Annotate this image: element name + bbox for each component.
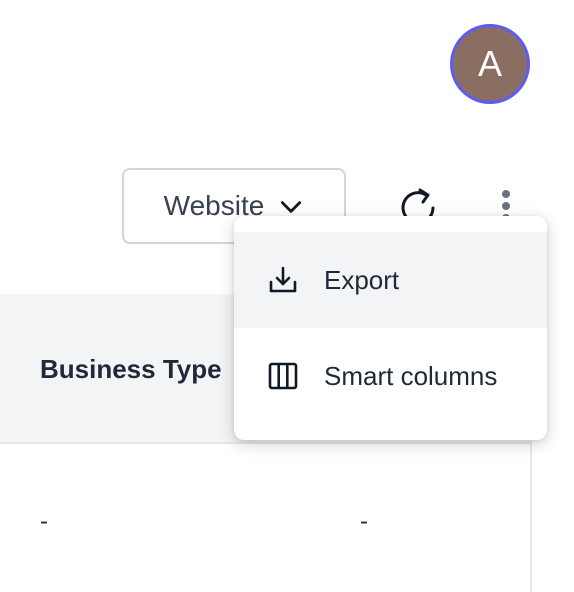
column-header-business-type[interactable]: Business Type — [40, 354, 222, 385]
menu-item-label: Smart columns — [324, 360, 498, 391]
menu-item-export[interactable]: Export — [234, 232, 547, 328]
kebab-dot — [502, 190, 510, 198]
menu-item-label: Export — [324, 264, 400, 295]
columns-icon — [268, 362, 298, 390]
user-avatar[interactable]: A — [450, 24, 530, 104]
download-icon — [269, 266, 297, 293]
table-divider — [530, 444, 532, 592]
more-options-menu: Export Smart columns — [234, 216, 547, 440]
table-cell: - — [40, 508, 48, 535]
menu-item-smart-columns[interactable]: Smart columns — [234, 328, 547, 424]
kebab-dot — [502, 202, 510, 210]
table-cell: - — [360, 508, 368, 535]
page: A Website Business Type - - Export Smart… — [0, 0, 574, 592]
avatar-initial: A — [477, 43, 502, 84]
